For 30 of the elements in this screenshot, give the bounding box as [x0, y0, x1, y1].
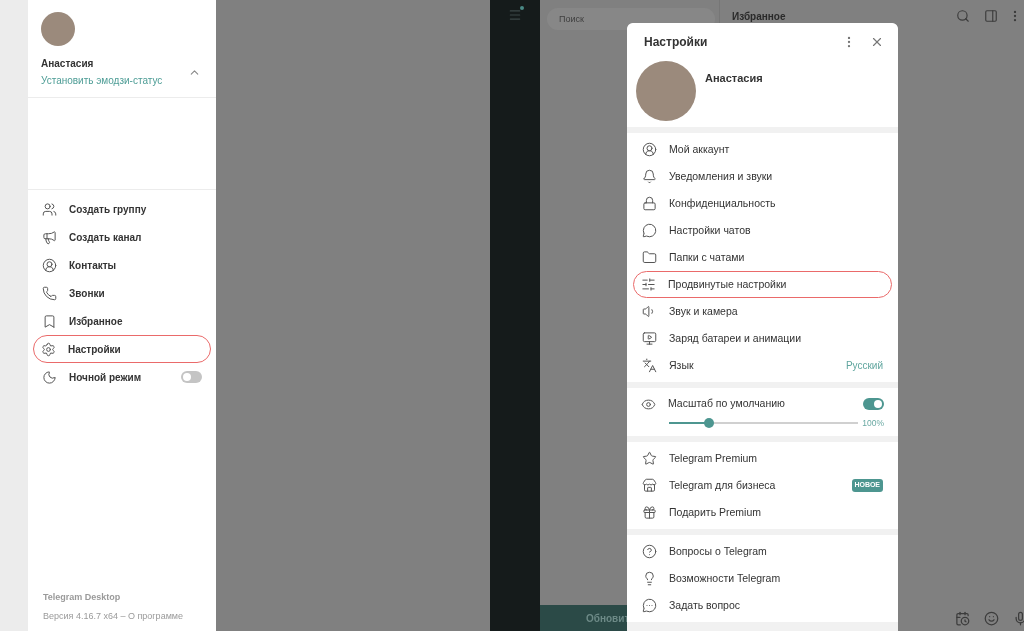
settings-label: Мой аккаунт — [669, 141, 731, 157]
menu-label: Создать группу — [69, 202, 148, 217]
settings-label: Заряд батареи и анимации — [669, 330, 803, 346]
scale-reading: 100% — [862, 416, 884, 430]
settings-label: Папки с чатами — [669, 249, 746, 265]
chat-title: Избранное — [732, 9, 787, 24]
settings-label: Telegram Premium — [669, 450, 759, 466]
settings-value: Русский — [845, 359, 883, 373]
menu-label: Ночной режим — [69, 370, 143, 385]
menu-label: Избранное — [69, 314, 124, 329]
settings-label: Подарить Premium — [669, 504, 763, 520]
menu-label: Создать канал — [69, 230, 143, 245]
settings-label: Telegram для бизнеса — [669, 477, 777, 493]
settings-label: Настройки чатов — [669, 222, 752, 238]
settings-label: Масштаб по умолчанию — [668, 396, 786, 412]
user-name: Анастасия — [41, 57, 95, 71]
settings-label: Задать вопрос — [669, 597, 742, 613]
settings-label: Возможности Telegram — [669, 570, 782, 586]
settings-label: Язык — [669, 357, 695, 373]
settings-label: Звук и камера — [669, 303, 739, 319]
dialog-title: Настройки — [644, 34, 709, 51]
settings-label: Конфиденциальность — [669, 195, 777, 211]
menu-label: Настройки — [68, 342, 122, 357]
menu-label: Контакты — [69, 258, 118, 273]
settings-label: Уведомления и звуки — [669, 168, 774, 184]
app-name: Telegram Desktop — [43, 591, 122, 604]
profile-name: Анастасия — [705, 71, 763, 86]
menu-label: Звонки — [69, 286, 106, 301]
settings-label: Продвинутые настройки — [668, 276, 788, 292]
settings-label: Вопросы о Telegram — [669, 543, 768, 559]
